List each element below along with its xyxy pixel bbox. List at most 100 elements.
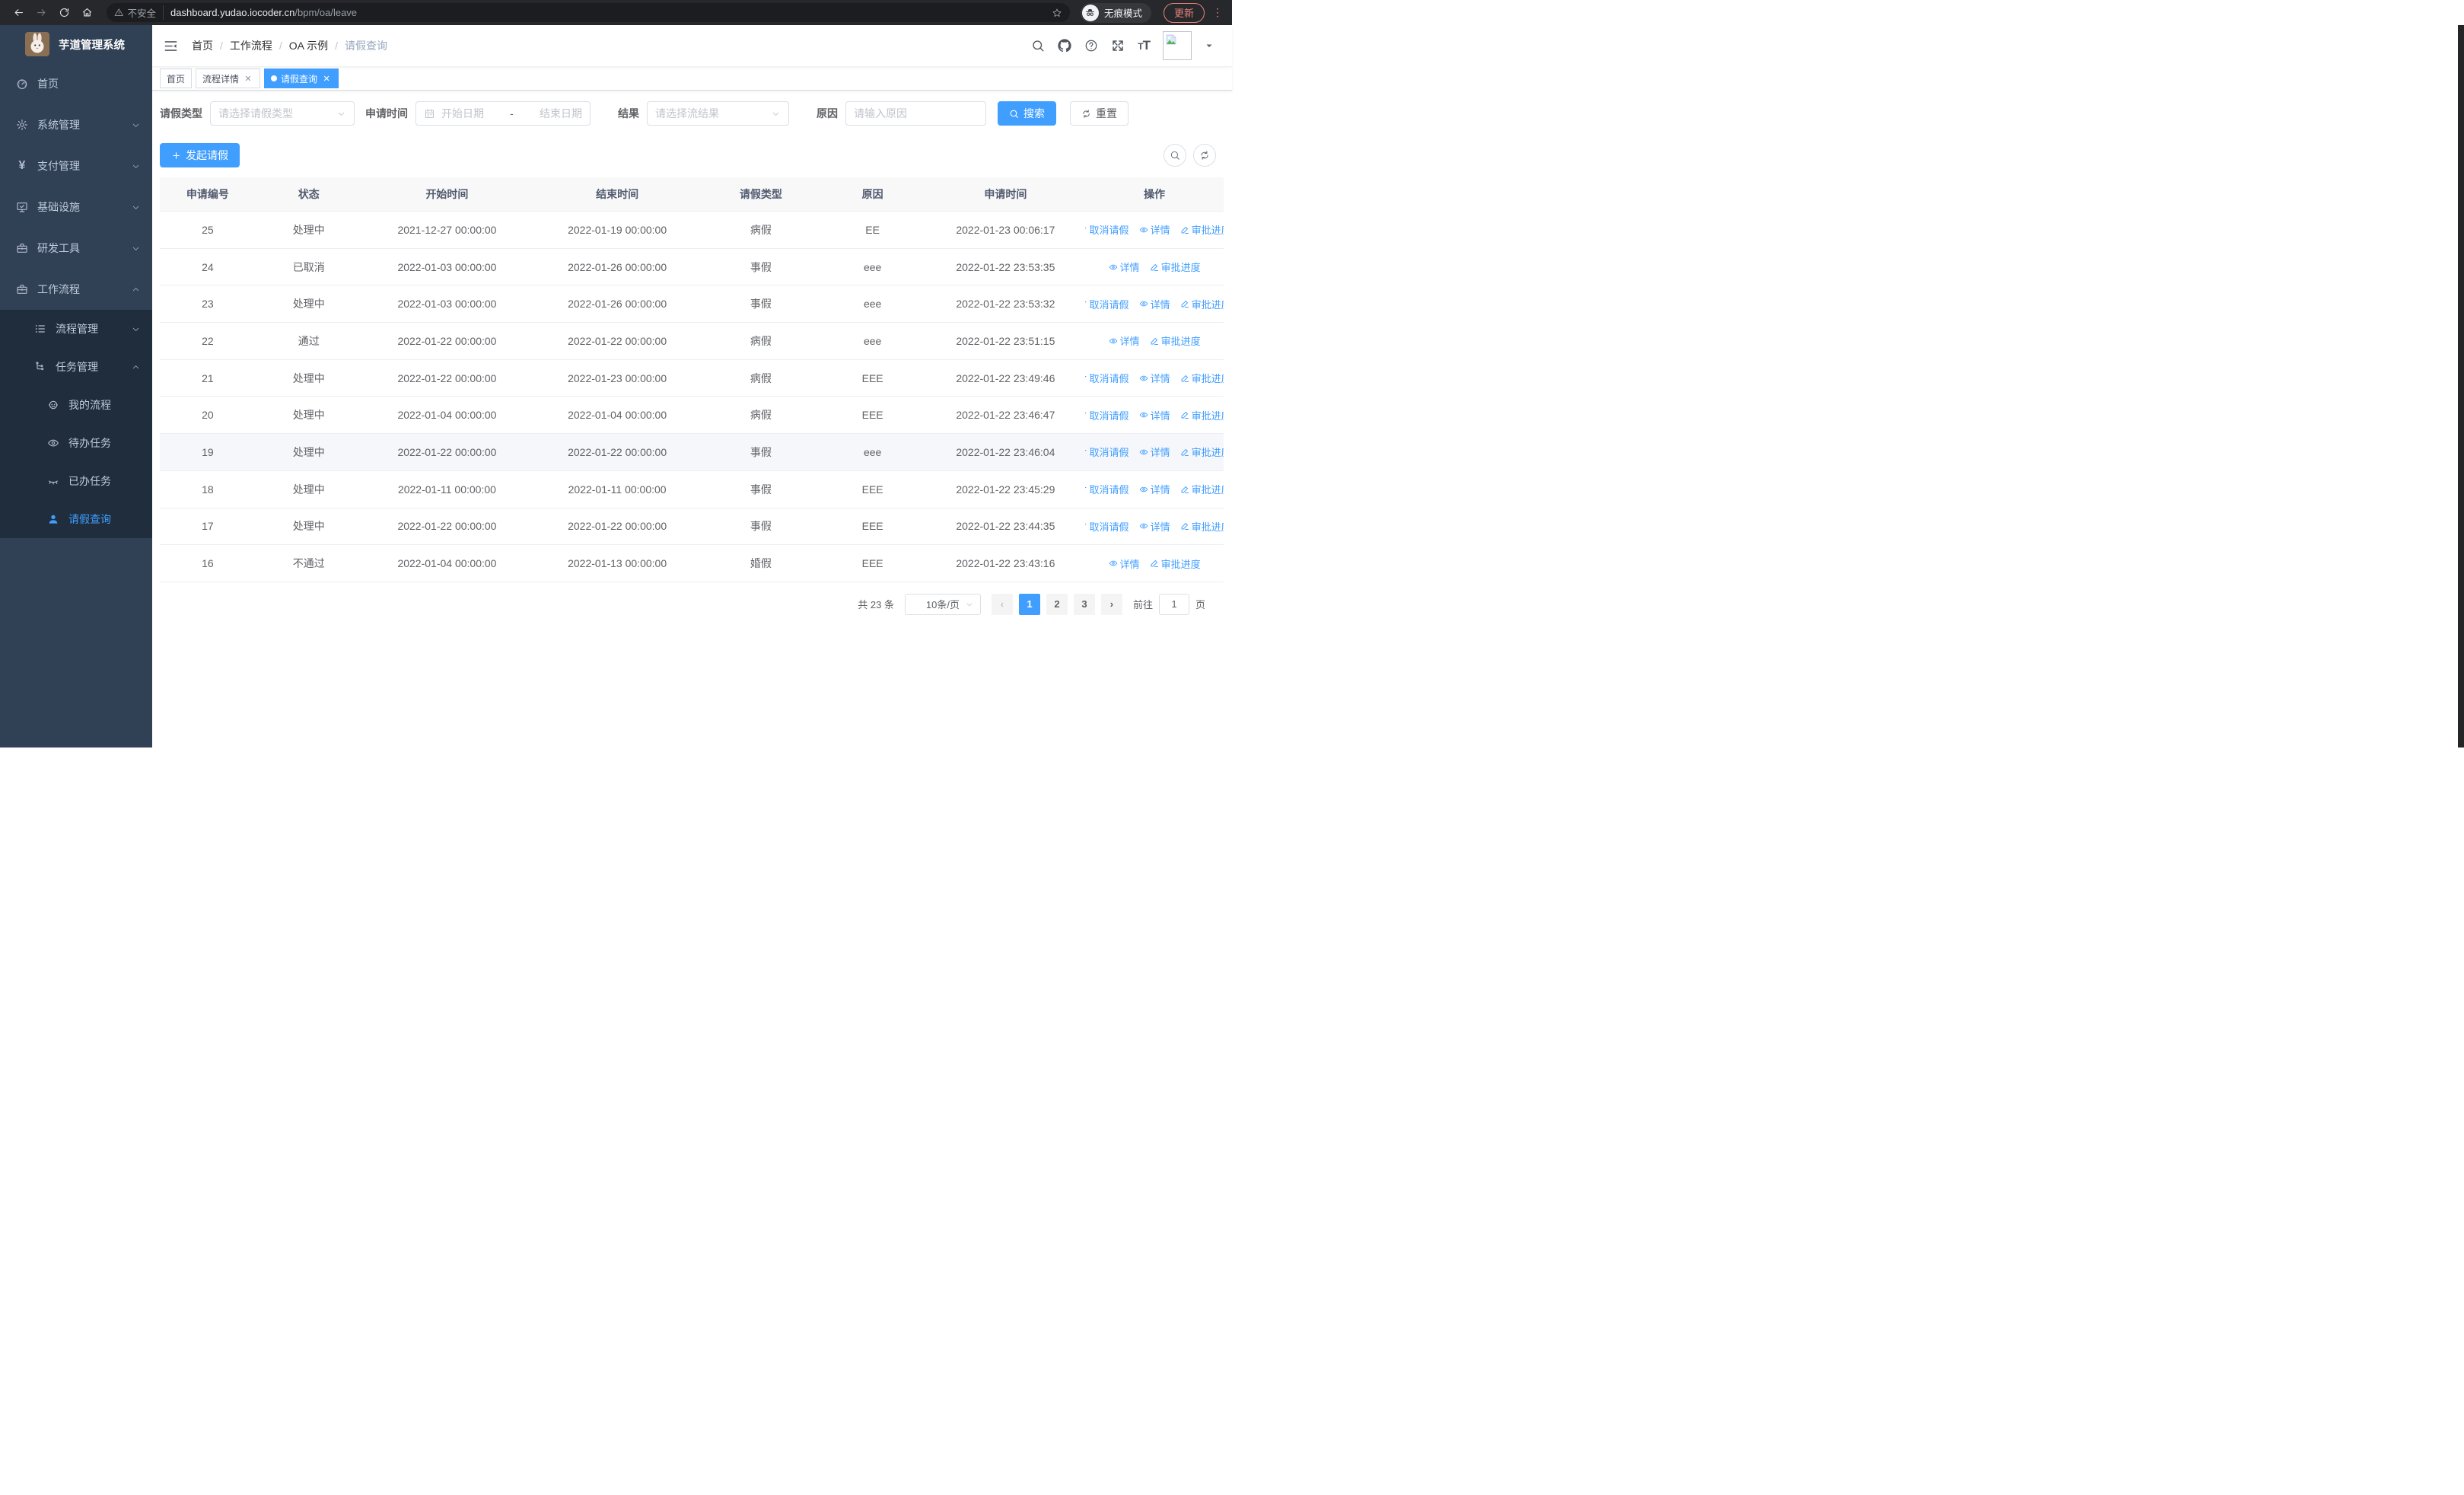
- help-icon[interactable]: [1084, 39, 1098, 53]
- workflow-submenu: 流程管理任务管理我的流程待办任务 已办任务 请假查询: [0, 310, 152, 538]
- detail-action-link[interactable]: 详情: [1109, 556, 1140, 571]
- sidebar-item-workflow[interactable]: 工作流程: [0, 269, 152, 310]
- close-icon[interactable]: ✕: [243, 73, 253, 84]
- prev-page-button[interactable]: ‹: [991, 593, 1013, 615]
- sidebar-item-system[interactable]: 系统管理: [0, 104, 152, 145]
- browser-reload-icon[interactable]: [55, 4, 73, 22]
- avatar[interactable]: [1163, 31, 1192, 60]
- detail-action-link[interactable]: 详情: [1109, 260, 1140, 274]
- caret-down-icon[interactable]: [1205, 41, 1214, 50]
- detail-action-link[interactable]: 详情: [1109, 333, 1140, 348]
- search-icon[interactable]: [1031, 39, 1045, 53]
- reason-input[interactable]: [854, 107, 978, 120]
- row-actions: 取消请假详情审批进度: [1085, 482, 1224, 496]
- tab-label: 首页: [167, 73, 186, 84]
- column-header: 操作: [1144, 188, 1166, 200]
- leave-type-select[interactable]: 请选择请假类型: [210, 101, 355, 126]
- progress-action-link[interactable]: 审批进度: [1180, 445, 1224, 459]
- table-cell: 处理中: [292, 371, 325, 384]
- sidebar-item-process-mgmt[interactable]: 流程管理: [0, 310, 152, 348]
- progress-action-link[interactable]: 审批进度: [1180, 222, 1224, 237]
- font-size-icon[interactable]: TT: [1138, 38, 1151, 53]
- table-row: 19 处理中 2022-01-22 00:00:00 2022-01-22 00:00…: [160, 434, 1224, 471]
- detail-action-link[interactable]: 详情: [1139, 297, 1170, 311]
- app-logo[interactable]: 芋道管理系统: [0, 25, 152, 63]
- browser-update-button[interactable]: 更新: [1163, 2, 1205, 23]
- breadcrumb-item[interactable]: 首页: [192, 38, 213, 53]
- cancel-action-link[interactable]: 取消请假: [1085, 408, 1129, 422]
- cancel-action-link[interactable]: 取消请假: [1085, 482, 1129, 496]
- sidebar-item-label: 任务管理: [56, 361, 98, 373]
- table-cell: 16: [202, 557, 214, 570]
- sidebar-menu: 首页 系统管理 ¥ 支付管理 基础设施 研发工具 工作流程流程管理任务管理我的流程待办任务已…: [0, 63, 152, 538]
- progress-action-link[interactable]: 审批进度: [1180, 297, 1224, 311]
- page-size-select[interactable]: 10条/页: [904, 593, 981, 615]
- result-select[interactable]: 请选择流结果: [647, 101, 789, 126]
- browser-forward-icon[interactable]: [32, 4, 50, 22]
- goto-page-input[interactable]: [1158, 593, 1189, 615]
- table-body: 25 处理中 2021-12-27 00:00:00 2022-01-19 00:00…: [160, 212, 1224, 582]
- progress-action-link[interactable]: 审批进度: [1180, 408, 1224, 422]
- page-1-button[interactable]: 1: [1018, 593, 1040, 615]
- next-page-button[interactable]: ›: [1100, 593, 1122, 615]
- fullscreen-icon[interactable]: [1111, 39, 1125, 53]
- page-3-button[interactable]: 3: [1073, 593, 1095, 615]
- apply-time-range-picker[interactable]: 开始日期 - 结束日期: [415, 101, 591, 126]
- browser-scrollbar[interactable]: [2458, 25, 2464, 748]
- column-header: 申请编号: [186, 188, 229, 200]
- sidebar-item-payment[interactable]: ¥ 支付管理: [0, 145, 152, 186]
- progress-action-link[interactable]: 审批进度: [1150, 333, 1201, 348]
- refresh-table-icon[interactable]: [1193, 144, 1216, 167]
- sidebar-item-label: 我的流程: [68, 399, 111, 411]
- table-cell: EEE: [861, 557, 883, 570]
- detail-action-link[interactable]: 详情: [1139, 445, 1170, 459]
- address-bar[interactable]: 不安全 dashboard.yudao.iocoder.cn/bpm/oa/le…: [107, 3, 1070, 22]
- sidebar-item-devtools[interactable]: 研发工具: [0, 228, 152, 269]
- progress-action-link[interactable]: 审批进度: [1180, 519, 1224, 534]
- sidebar-item-todo-tasks[interactable]: 待办任务: [0, 424, 152, 462]
- sidebar-item-home[interactable]: 首页: [0, 63, 152, 104]
- close-icon[interactable]: ✕: [321, 73, 332, 84]
- detail-action-link[interactable]: 详情: [1139, 408, 1170, 422]
- cancel-action-link[interactable]: 取消请假: [1085, 371, 1129, 385]
- sidebar-item-task-mgmt[interactable]: 任务管理: [0, 348, 152, 386]
- breadcrumb-item[interactable]: OA 示例: [289, 38, 328, 53]
- sidebar-item-my-process[interactable]: 我的流程: [0, 386, 152, 424]
- cancel-action-link[interactable]: 取消请假: [1085, 222, 1129, 237]
- github-icon[interactable]: [1058, 39, 1071, 53]
- browser-back-icon[interactable]: [9, 4, 27, 22]
- detail-action-link[interactable]: 详情: [1139, 482, 1170, 496]
- sidebar-item-infra[interactable]: 基础设施: [0, 186, 152, 228]
- reset-button[interactable]: 重置: [1070, 101, 1129, 126]
- sidebar-item-label: 流程管理: [56, 323, 98, 335]
- sidebar-item-done-tasks[interactable]: 已办任务: [0, 462, 152, 500]
- breadcrumb-separator: /: [220, 40, 223, 52]
- tab-流程详情[interactable]: 流程详情 ✕: [196, 69, 261, 88]
- bookmark-star-icon[interactable]: [1052, 8, 1062, 18]
- detail-action-link[interactable]: 详情: [1139, 519, 1170, 534]
- detail-action-link[interactable]: 详情: [1139, 222, 1170, 237]
- table-cell: EE: [865, 223, 880, 236]
- progress-action-link[interactable]: 审批进度: [1150, 556, 1201, 571]
- detail-action-link[interactable]: 详情: [1139, 371, 1170, 385]
- tab-请假查询[interactable]: 请假查询 ✕: [264, 69, 339, 88]
- table-cell: 2022-01-13 00:00:00: [568, 557, 667, 570]
- browser-home-icon[interactable]: [78, 4, 96, 22]
- browser-menu-icon[interactable]: ⋮: [1211, 6, 1224, 19]
- cancel-action-link[interactable]: 取消请假: [1085, 297, 1129, 311]
- breadcrumb-item[interactable]: 工作流程: [230, 38, 272, 53]
- sidebar-fold-icon[interactable]: [164, 39, 178, 53]
- cancel-action-link[interactable]: 取消请假: [1085, 445, 1129, 459]
- search-button[interactable]: 搜索: [998, 101, 1056, 126]
- tab-首页[interactable]: 首页: [160, 69, 193, 88]
- create-leave-button[interactable]: 发起请假: [160, 143, 240, 167]
- progress-action-link[interactable]: 审批进度: [1150, 260, 1201, 274]
- progress-action-link[interactable]: 审批进度: [1180, 371, 1224, 385]
- row-actions: 取消请假详情审批进度: [1085, 408, 1224, 422]
- sidebar-item-leave-query[interactable]: 请假查询: [0, 500, 152, 538]
- cancel-action-link[interactable]: 取消请假: [1085, 519, 1129, 534]
- table-cell: 2022-01-11 00:00:00: [568, 483, 667, 496]
- progress-action-link[interactable]: 审批进度: [1180, 482, 1224, 496]
- show-search-toggle-icon[interactable]: [1164, 144, 1186, 167]
- page-2-button[interactable]: 2: [1046, 593, 1068, 615]
